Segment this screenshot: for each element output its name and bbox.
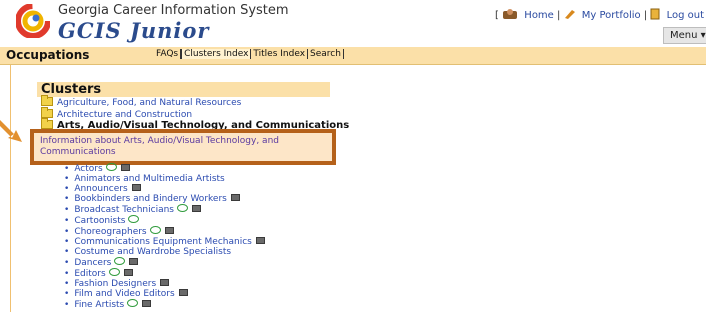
- separator: |: [643, 10, 648, 21]
- occupation-item[interactable]: Fine Artists: [64, 299, 265, 310]
- occupation-item[interactable]: Cartoonists: [64, 215, 265, 226]
- occupation-item[interactable]: Film and Video Editors: [64, 289, 265, 299]
- video-film-icon[interactable]: [129, 258, 139, 265]
- video-film-icon[interactable]: [164, 227, 174, 234]
- interview-bubble-icon[interactable]: [127, 299, 139, 307]
- portfolio-icon[interactable]: [564, 8, 576, 20]
- occupation-label[interactable]: Bookbinders and Bindery Workers: [74, 194, 227, 204]
- video-film-icon[interactable]: [120, 164, 130, 171]
- highlighted-info-box: Information about Arts, Audio/Visual Tec…: [30, 129, 336, 165]
- folder-open-icon: [41, 118, 53, 129]
- interview-bubble-icon[interactable]: [114, 257, 126, 265]
- site-title: Georgia Career Information System: [58, 3, 289, 18]
- interview-bubble-icon[interactable]: [177, 204, 188, 212]
- interview-bubble-icon[interactable]: [149, 226, 161, 234]
- occupation-label[interactable]: Fashion Designers: [74, 279, 156, 289]
- video-film-icon[interactable]: [230, 194, 240, 201]
- video-film-icon[interactable]: [255, 237, 265, 244]
- occupation-label[interactable]: Editors: [74, 269, 105, 279]
- clusters-title: Clusters: [41, 82, 102, 97]
- occupation-item[interactable]: Actors: [64, 163, 265, 174]
- occupation-item[interactable]: Bookbinders and Bindery Workers: [64, 194, 265, 204]
- log-out-link[interactable]: Log out: [667, 10, 704, 21]
- nav-links: FAQs Clusters Index Titles Index Search: [154, 49, 344, 59]
- top-header: Georgia Career Information System GCIS J…: [0, 0, 706, 46]
- occupation-item[interactable]: Dancers: [64, 257, 265, 268]
- cluster-item[interactable]: Agriculture, Food, and Natural Resources: [41, 95, 241, 108]
- top-links: [ Home | My Portfolio | Log out: [495, 8, 704, 21]
- section-title: Occupations: [6, 48, 90, 62]
- home-icon[interactable]: [502, 8, 518, 20]
- folder-icon: [41, 107, 53, 118]
- interview-bubble-icon[interactable]: [108, 268, 120, 276]
- gcis-logo-icon: [16, 4, 50, 38]
- occupation-label[interactable]: Animators and Multimedia Artists: [74, 174, 224, 184]
- occupation-item[interactable]: Broadcast Technicians: [64, 204, 265, 215]
- occupation-list: ActorsAnimators and Multimedia ArtistsAn…: [64, 163, 265, 310]
- occupation-label[interactable]: Film and Video Editors: [74, 289, 174, 299]
- occupation-label[interactable]: Dancers: [74, 258, 111, 268]
- video-film-icon[interactable]: [142, 300, 152, 307]
- separator: |: [557, 10, 561, 21]
- occupation-item[interactable]: Editors: [64, 268, 265, 279]
- menu-button[interactable]: Menu ▾: [663, 27, 706, 44]
- nav-faqs[interactable]: FAQs: [154, 49, 182, 59]
- occupation-label[interactable]: Fine Artists: [74, 300, 124, 310]
- occupation-item[interactable]: Fashion Designers: [64, 279, 265, 289]
- video-film-icon[interactable]: [178, 289, 188, 296]
- nav-search[interactable]: Search: [308, 49, 344, 59]
- arrow-pointer-icon: [0, 120, 22, 142]
- occupation-item[interactable]: Animators and Multimedia Artists: [64, 174, 265, 184]
- cluster-info-link[interactable]: Information about Arts, Audio/Visual Tec…: [40, 136, 300, 158]
- home-link[interactable]: Home: [524, 10, 554, 21]
- occupation-item[interactable]: Choreographers: [64, 226, 265, 237]
- video-film-icon[interactable]: [123, 269, 133, 276]
- occupation-label[interactable]: Choreographers: [74, 227, 146, 237]
- video-film-icon[interactable]: [160, 279, 170, 286]
- folder-icon: [41, 95, 53, 106]
- logout-icon[interactable]: [650, 8, 660, 20]
- my-portfolio-link[interactable]: My Portfolio: [582, 10, 641, 21]
- nav-titles-index[interactable]: Titles Index: [251, 49, 309, 59]
- nav-clusters-index[interactable]: Clusters Index: [181, 49, 252, 59]
- occupation-item[interactable]: Communications Equipment Mechanics: [64, 237, 265, 247]
- occupation-item[interactable]: Costume and Wardrobe Specialists: [64, 247, 265, 257]
- interview-bubble-icon[interactable]: [105, 163, 117, 171]
- occupation-label[interactable]: Cartoonists: [74, 216, 125, 226]
- video-film-icon[interactable]: [192, 205, 201, 212]
- cluster-label[interactable]: Agriculture, Food, and Natural Resources: [57, 98, 241, 108]
- occupation-label[interactable]: Communications Equipment Mechanics: [74, 237, 252, 247]
- occupation-label[interactable]: Broadcast Technicians: [74, 205, 174, 215]
- occupation-label[interactable]: Announcers: [74, 184, 127, 194]
- site-subtitle: GCIS Junior: [58, 18, 210, 43]
- interview-bubble-icon[interactable]: [128, 215, 140, 223]
- video-film-icon[interactable]: [131, 184, 141, 191]
- occupation-label[interactable]: Actors: [74, 164, 102, 174]
- cluster-label[interactable]: Architecture and Construction: [57, 110, 192, 120]
- occupation-item[interactable]: Announcers: [64, 184, 265, 194]
- left-rule: [10, 65, 11, 312]
- bracket-open: [: [495, 10, 499, 21]
- cluster-item[interactable]: Architecture and Construction: [41, 107, 192, 120]
- navbar: Occupations FAQs Clusters Index Titles Ind…: [0, 47, 706, 65]
- occupation-label[interactable]: Costume and Wardrobe Specialists: [74, 247, 231, 257]
